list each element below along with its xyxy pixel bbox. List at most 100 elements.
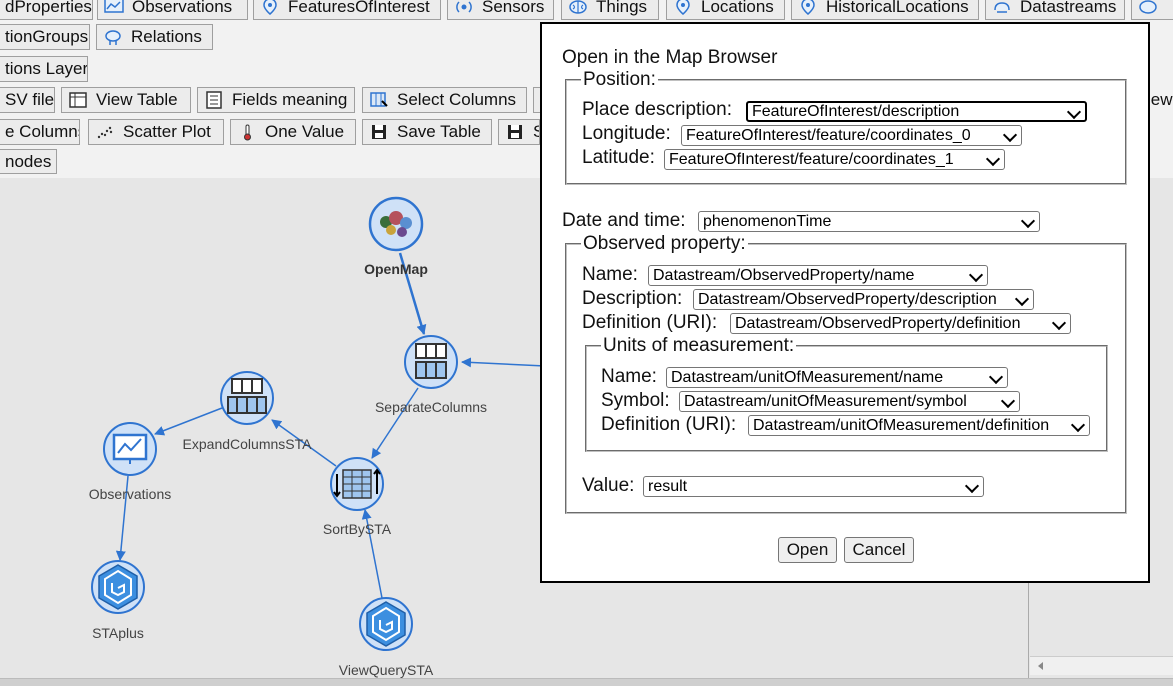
- tab-things[interactable]: Things: [561, 0, 659, 20]
- select-value: result: [648, 478, 688, 495]
- button-label: S: [533, 122, 539, 142]
- unit-symbol-select[interactable]: Datastream/unitOfMeasurement/symbol: [679, 391, 1020, 412]
- observations-node-label: Observations: [88, 486, 172, 502]
- longitude-select[interactable]: FeatureOfInterest/feature/coordinates_0: [681, 125, 1022, 146]
- save-csv-button[interactable]: SV file: [0, 87, 55, 113]
- tab-historical-locations[interactable]: HistoricalLocations: [791, 0, 979, 20]
- tab-label: tionGroups: [5, 27, 89, 46]
- tab-datastreams[interactable]: Datastreams: [985, 0, 1125, 20]
- place-description-select[interactable]: FeatureOfInterest/description: [746, 101, 1087, 122]
- button-label: Fields meaning: [232, 90, 348, 109]
- nodes-button[interactable]: nodes: [0, 149, 57, 174]
- chevron-down-icon: [1002, 127, 1018, 143]
- expandcolumnssta-node[interactable]: [219, 370, 275, 426]
- tab-label: Locations: [701, 0, 774, 16]
- select-columns-button[interactable]: Select Columns: [362, 87, 527, 113]
- document-list-icon: [206, 91, 222, 109]
- select-value: FeatureOfInterest/feature/coordinates_1: [669, 151, 954, 168]
- location-pin-icon: [263, 0, 277, 15]
- viewquerysta-node[interactable]: [358, 596, 414, 652]
- observed-property-legend: Observed property:: [583, 233, 746, 254]
- button-label: iew: [1147, 90, 1173, 109]
- chevron-down-icon: [1020, 213, 1036, 229]
- date-time-select[interactable]: phenomenonTime: [698, 211, 1040, 232]
- op-name-select[interactable]: Datastream/ObservedProperty/name: [648, 265, 988, 286]
- tab-label: HistoricalLocations: [826, 0, 969, 16]
- button-label: Save Table: [397, 122, 481, 141]
- chevron-down-icon: [1051, 315, 1067, 331]
- button-label: One Value: [265, 122, 345, 141]
- observations-node[interactable]: [102, 421, 158, 477]
- open-button[interactable]: Open: [778, 537, 837, 563]
- select-value: FeatureOfInterest/feature/coordinates_0: [686, 127, 971, 144]
- save-table-button[interactable]: Save Table: [362, 119, 492, 145]
- floppy-disk-icon: [372, 125, 386, 139]
- tab-datastream-properties[interactable]: dProperties: [0, 0, 93, 20]
- tab-overflow[interactable]: [1131, 0, 1173, 20]
- unit-name-select[interactable]: Datastream/unitOfMeasurement/name: [666, 367, 1008, 388]
- scatter-plot-icon: [97, 126, 113, 139]
- tab-label: tions Layer: [5, 59, 88, 78]
- dialog-title: Open in the Map Browser: [562, 47, 778, 68]
- one-value-button[interactable]: One Value: [230, 119, 356, 145]
- staplus-node[interactable]: [90, 559, 146, 615]
- chevron-down-icon: [1014, 291, 1030, 307]
- op-description-select[interactable]: Datastream/ObservedProperty/description: [693, 289, 1034, 310]
- date-time-label: Date and time:: [562, 210, 686, 231]
- button-label: Scatter Plot: [123, 122, 211, 141]
- scroll-left-arrow-icon[interactable]: [1038, 662, 1043, 670]
- op-definition-label: Definition (URI):: [582, 312, 718, 333]
- select-value: Datastream/unitOfMeasurement/definition: [753, 417, 1050, 434]
- tab-label: Observations: [132, 0, 233, 16]
- tab-label: FeaturesOfInterest: [288, 0, 430, 16]
- latitude-select[interactable]: FeatureOfInterest/feature/coordinates_1: [664, 149, 1005, 170]
- chevron-down-icon: [985, 151, 1001, 167]
- tab-observations[interactable]: Observations: [97, 0, 248, 20]
- tab-sensors[interactable]: Sensors: [447, 0, 554, 20]
- value-select[interactable]: result: [643, 476, 984, 497]
- separate-columns-button[interactable]: e Columns: [0, 119, 80, 145]
- tab-locations[interactable]: Locations: [666, 0, 785, 20]
- save-button-partial[interactable]: S: [498, 119, 540, 145]
- unit-definition-select[interactable]: Datastream/unitOfMeasurement/definition: [748, 415, 1090, 436]
- fields-meaning-button[interactable]: Fields meaning: [197, 87, 355, 113]
- sortbysta-node-label: SortBySTA: [322, 521, 392, 537]
- chevron-down-icon: [968, 267, 984, 283]
- chevron-down-icon: [1070, 417, 1086, 433]
- select-value: Datastream/ObservedProperty/name: [653, 267, 915, 284]
- button-label: View Table: [96, 90, 178, 109]
- tab-features-of-interest[interactable]: FeaturesOfInterest: [253, 0, 441, 20]
- tab-relations[interactable]: Relations: [96, 24, 213, 50]
- unit-definition-label: Definition (URI):: [601, 414, 737, 435]
- separatecolumns-node[interactable]: [403, 334, 459, 390]
- separatecolumns-node-label: SeparateColumns: [374, 399, 488, 415]
- op-name-label: Name:: [582, 264, 638, 285]
- sortbysta-node[interactable]: [329, 456, 385, 512]
- select-value: FeatureOfInterest/description: [752, 103, 960, 120]
- openmap-node[interactable]: [368, 196, 424, 252]
- select-value: Datastream/ObservedProperty/description: [698, 291, 997, 308]
- chevron-down-icon: [1000, 393, 1016, 409]
- tab-label: Datastreams: [1020, 0, 1117, 16]
- select-value: Datastream/unitOfMeasurement/name: [671, 369, 944, 386]
- button-label: nodes: [5, 151, 52, 171]
- scatter-plot-button[interactable]: Scatter Plot: [88, 119, 224, 145]
- op-definition-select[interactable]: Datastream/ObservedProperty/definition: [730, 313, 1071, 334]
- location-pin-icon: [676, 0, 690, 15]
- horizontal-scrollbar[interactable]: [1030, 656, 1173, 675]
- tab-label: dProperties: [5, 0, 92, 16]
- open-map-browser-dialog: Open in the Map Browser Position: Place …: [540, 22, 1150, 583]
- value-label: Value:: [582, 475, 635, 496]
- tab-observations-layer[interactable]: tions Layer: [0, 56, 88, 82]
- openmap-node-label: OpenMap: [364, 261, 428, 277]
- op-description-label: Description:: [582, 288, 683, 309]
- brain-icon: [1139, 0, 1157, 14]
- floppy-disk-icon: [508, 125, 522, 139]
- view-table-button[interactable]: View Table: [61, 87, 191, 113]
- location-pin-icon: [801, 0, 815, 15]
- button-label: SV file: [5, 90, 55, 109]
- viewquerysta-node-label: ViewQuerySTA: [338, 662, 434, 678]
- unit-name-label: Name:: [601, 366, 657, 387]
- cancel-button[interactable]: Cancel: [844, 537, 914, 563]
- tab-observation-groups[interactable]: tionGroups: [0, 24, 90, 50]
